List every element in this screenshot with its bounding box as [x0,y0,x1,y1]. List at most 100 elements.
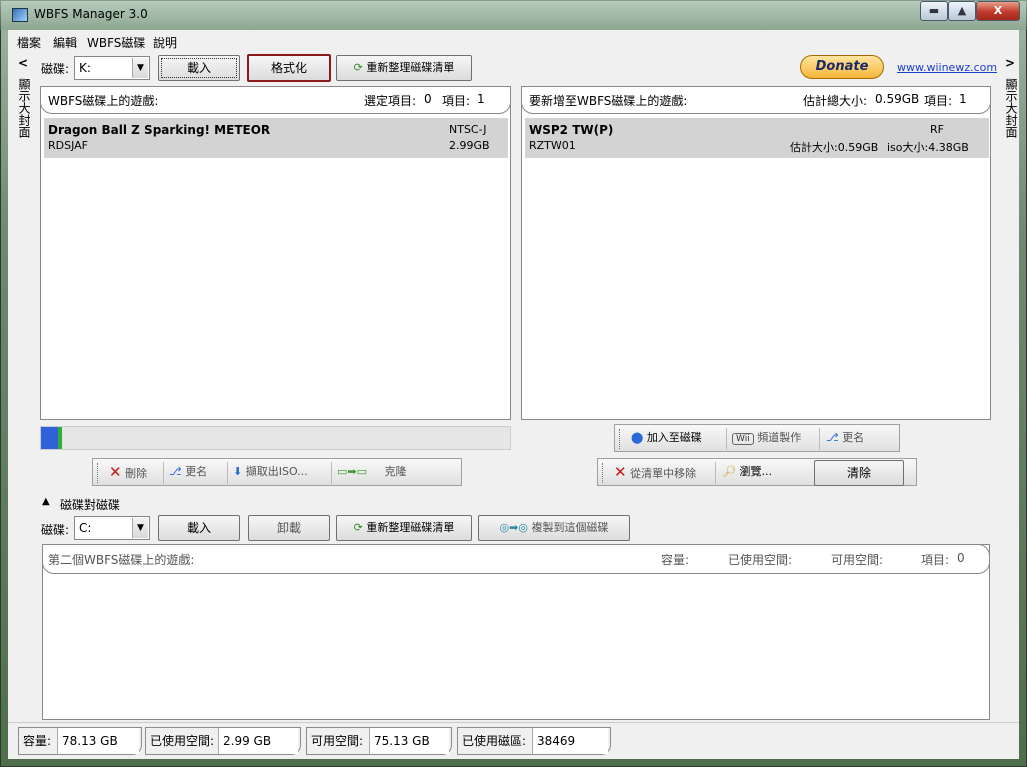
add-to-drive-button[interactable]: ⬤ 加入至磁碟 [627,427,725,449]
wbfs-games-title: WBFS磁碟上的遊戲: [48,94,159,108]
status-capacity-value: 78.13 GB [57,728,139,754]
toolbar-separator [715,462,716,484]
total-size-value: 0.59GB [875,92,920,106]
game-size: 2.99GB [449,139,490,152]
collapse-section-icon[interactable]: ▲ [42,496,50,507]
browse-label: 瀏覽... [739,465,772,478]
status-free: 可用空間: 75.13 GB [306,727,452,755]
channel-make-label: 頻道製作 [757,431,802,444]
status-used: 已使用空間: 2.99 GB [145,727,301,755]
progress-fill [41,427,62,449]
game-id: RDSJAF [48,139,88,152]
pending-toolbar-bottom: ✕ 從清單中移除 🔎︎ 瀏覽... 清除 [597,458,917,486]
channel-make-button[interactable]: Wii 頻道製作 [728,427,818,449]
table-row[interactable]: Dragon Ball Z Sparking! METEOR NTSC-J RD… [44,118,508,158]
status-used-value: 2.99 GB [218,728,298,754]
table-row[interactable]: WSP2 TW(P) RF RZTW01 估計大小:0.59GB iso大小:4… [525,118,989,158]
refresh-drive2-list-button[interactable]: ⟳ 重新整理磁碟清單 [336,515,472,541]
toolbar-grip[interactable] [619,429,622,449]
game-estimated-size: 估計大小:0.59GB [790,141,879,154]
load-button[interactable]: 載入 [158,55,240,81]
minimize-button[interactable]: ▬ [920,1,948,21]
unload-drive2-button[interactable]: 卸載 [248,515,330,541]
menu-edit[interactable]: 編輯 [53,34,77,51]
status-capacity-label: 容量: [23,734,52,748]
pending-items-label: 項目: [924,94,953,108]
browse-button[interactable]: 🔎︎ 瀏覽... [718,461,808,483]
clone-label: 克隆 [384,465,407,478]
clone-drives-icon: ▭➡▭ [337,465,368,478]
search-icon: 🔎︎ [722,465,736,478]
rename-game-label: 更名 [185,465,208,478]
rename-pending-button[interactable]: ⎇ 更名 [822,427,884,449]
extract-iso-button[interactable]: ⬇ 擷取出ISO... [229,461,331,483]
drive-select-value: K: [79,61,91,75]
remove-from-list-button[interactable]: ✕ 從清單中移除 [610,461,714,483]
donate-button[interactable]: Donate [800,55,884,79]
add-disc-icon: ⬤ [631,431,644,444]
game-region: NTSC-J [449,123,487,136]
title-bar[interactable] [0,0,1027,30]
chevron-down-icon[interactable]: ▼ [132,58,148,78]
drive-select[interactable]: K: ▼ [74,56,150,80]
site-link[interactable]: www.wiinewz.com [897,61,997,74]
toolbar-grip[interactable] [97,463,100,483]
refresh-drive-icon: ⟳ [353,521,363,534]
maximize-button[interactable]: ▲ [948,1,976,21]
game-region: RF [930,123,944,136]
second-items-label: 項目: [921,553,950,567]
rename-icon: ⎇ [826,431,839,444]
second-drive-title: 第二個WBFS磁碟上的遊戲: [48,553,195,567]
copy-to-drive-button[interactable]: ◎➡◎ 複製到這個磁碟 [478,515,630,541]
progress-bar [40,426,511,450]
selected-items-value: 0 [424,92,432,106]
side-tab-right-large-cover[interactable]: 顯示大封面 [1003,78,1020,138]
copy-drives-icon: ◎➡◎ [499,521,528,534]
drive2-select-value: C: [79,521,92,535]
clear-button[interactable]: 清除 [814,460,904,486]
add-to-drive-label: 加入至磁碟 [646,431,702,444]
delete-x-icon: ✕ [109,463,122,481]
rename-game-button[interactable]: ⎇ 更名 [165,461,227,483]
drive2-select[interactable]: C: ▼ [74,516,150,540]
remove-x-icon: ✕ [614,463,627,481]
second-free-label: 可用空間: [831,553,884,567]
menu-wbfs-drive[interactable]: WBFS磁碟 [87,34,145,51]
game-id: RZTW01 [529,139,576,152]
side-tab-left-large-cover[interactable]: 顯示大封面 [16,78,33,138]
refresh-drive2-list-label: 重新整理磁碟清單 [366,521,455,534]
pending-toolbar-top: ⬤ 加入至磁碟 Wii 頻道製作 ⎇ 更名 [614,424,900,452]
pending-items-value: 1 [959,92,967,106]
drive2-label: 磁碟: [41,523,70,537]
refresh-drive-list-button[interactable]: ⟳ 重新整理磁碟清單 [336,55,472,81]
refresh-drive-list-label: 重新整理磁碟清單 [366,61,455,74]
game-name: WSP2 TW(P) [529,123,614,137]
drive-to-drive-label: 磁碟對磁碟 [60,498,121,512]
status-blocks: 已使用磁區: 38469 [457,727,611,755]
delete-label: 刪除 [125,467,148,480]
items-count-label: 項目: [442,94,471,108]
clone-button[interactable]: ▭➡▭ 克隆 [333,461,445,483]
app-icon [12,8,28,22]
game-name: Dragon Ball Z Sparking! METEOR [48,123,271,137]
toolbar-separator [331,462,332,484]
collapse-left-chevron-icon[interactable]: < [18,56,28,70]
toolbar-grip[interactable] [602,463,605,483]
format-button[interactable]: 格式化 [247,54,331,82]
delete-button[interactable]: ✕ 刪除 [105,461,163,483]
menu-help[interactable]: 說明 [153,34,177,51]
toolbar-separator [819,428,820,450]
collapse-right-chevron-icon[interactable]: > [1005,56,1015,70]
wii-icon: Wii [732,433,754,445]
refresh-drive-icon: ⟳ [353,61,363,74]
selected-items-label: 選定項目: [364,94,417,108]
chevron-down-icon[interactable]: ▼ [132,518,148,538]
game-iso-size: iso大小:4.38GB [887,141,969,154]
menu-file[interactable]: 檔案 [17,34,41,51]
status-blocks-label: 已使用磁區: [462,734,527,748]
close-button[interactable]: X [976,1,1020,21]
second-items-value: 0 [957,551,965,565]
total-size-label: 估計總大小: [803,94,868,108]
load-drive2-button[interactable]: 載入 [158,515,240,541]
toolbar-separator [227,462,228,484]
